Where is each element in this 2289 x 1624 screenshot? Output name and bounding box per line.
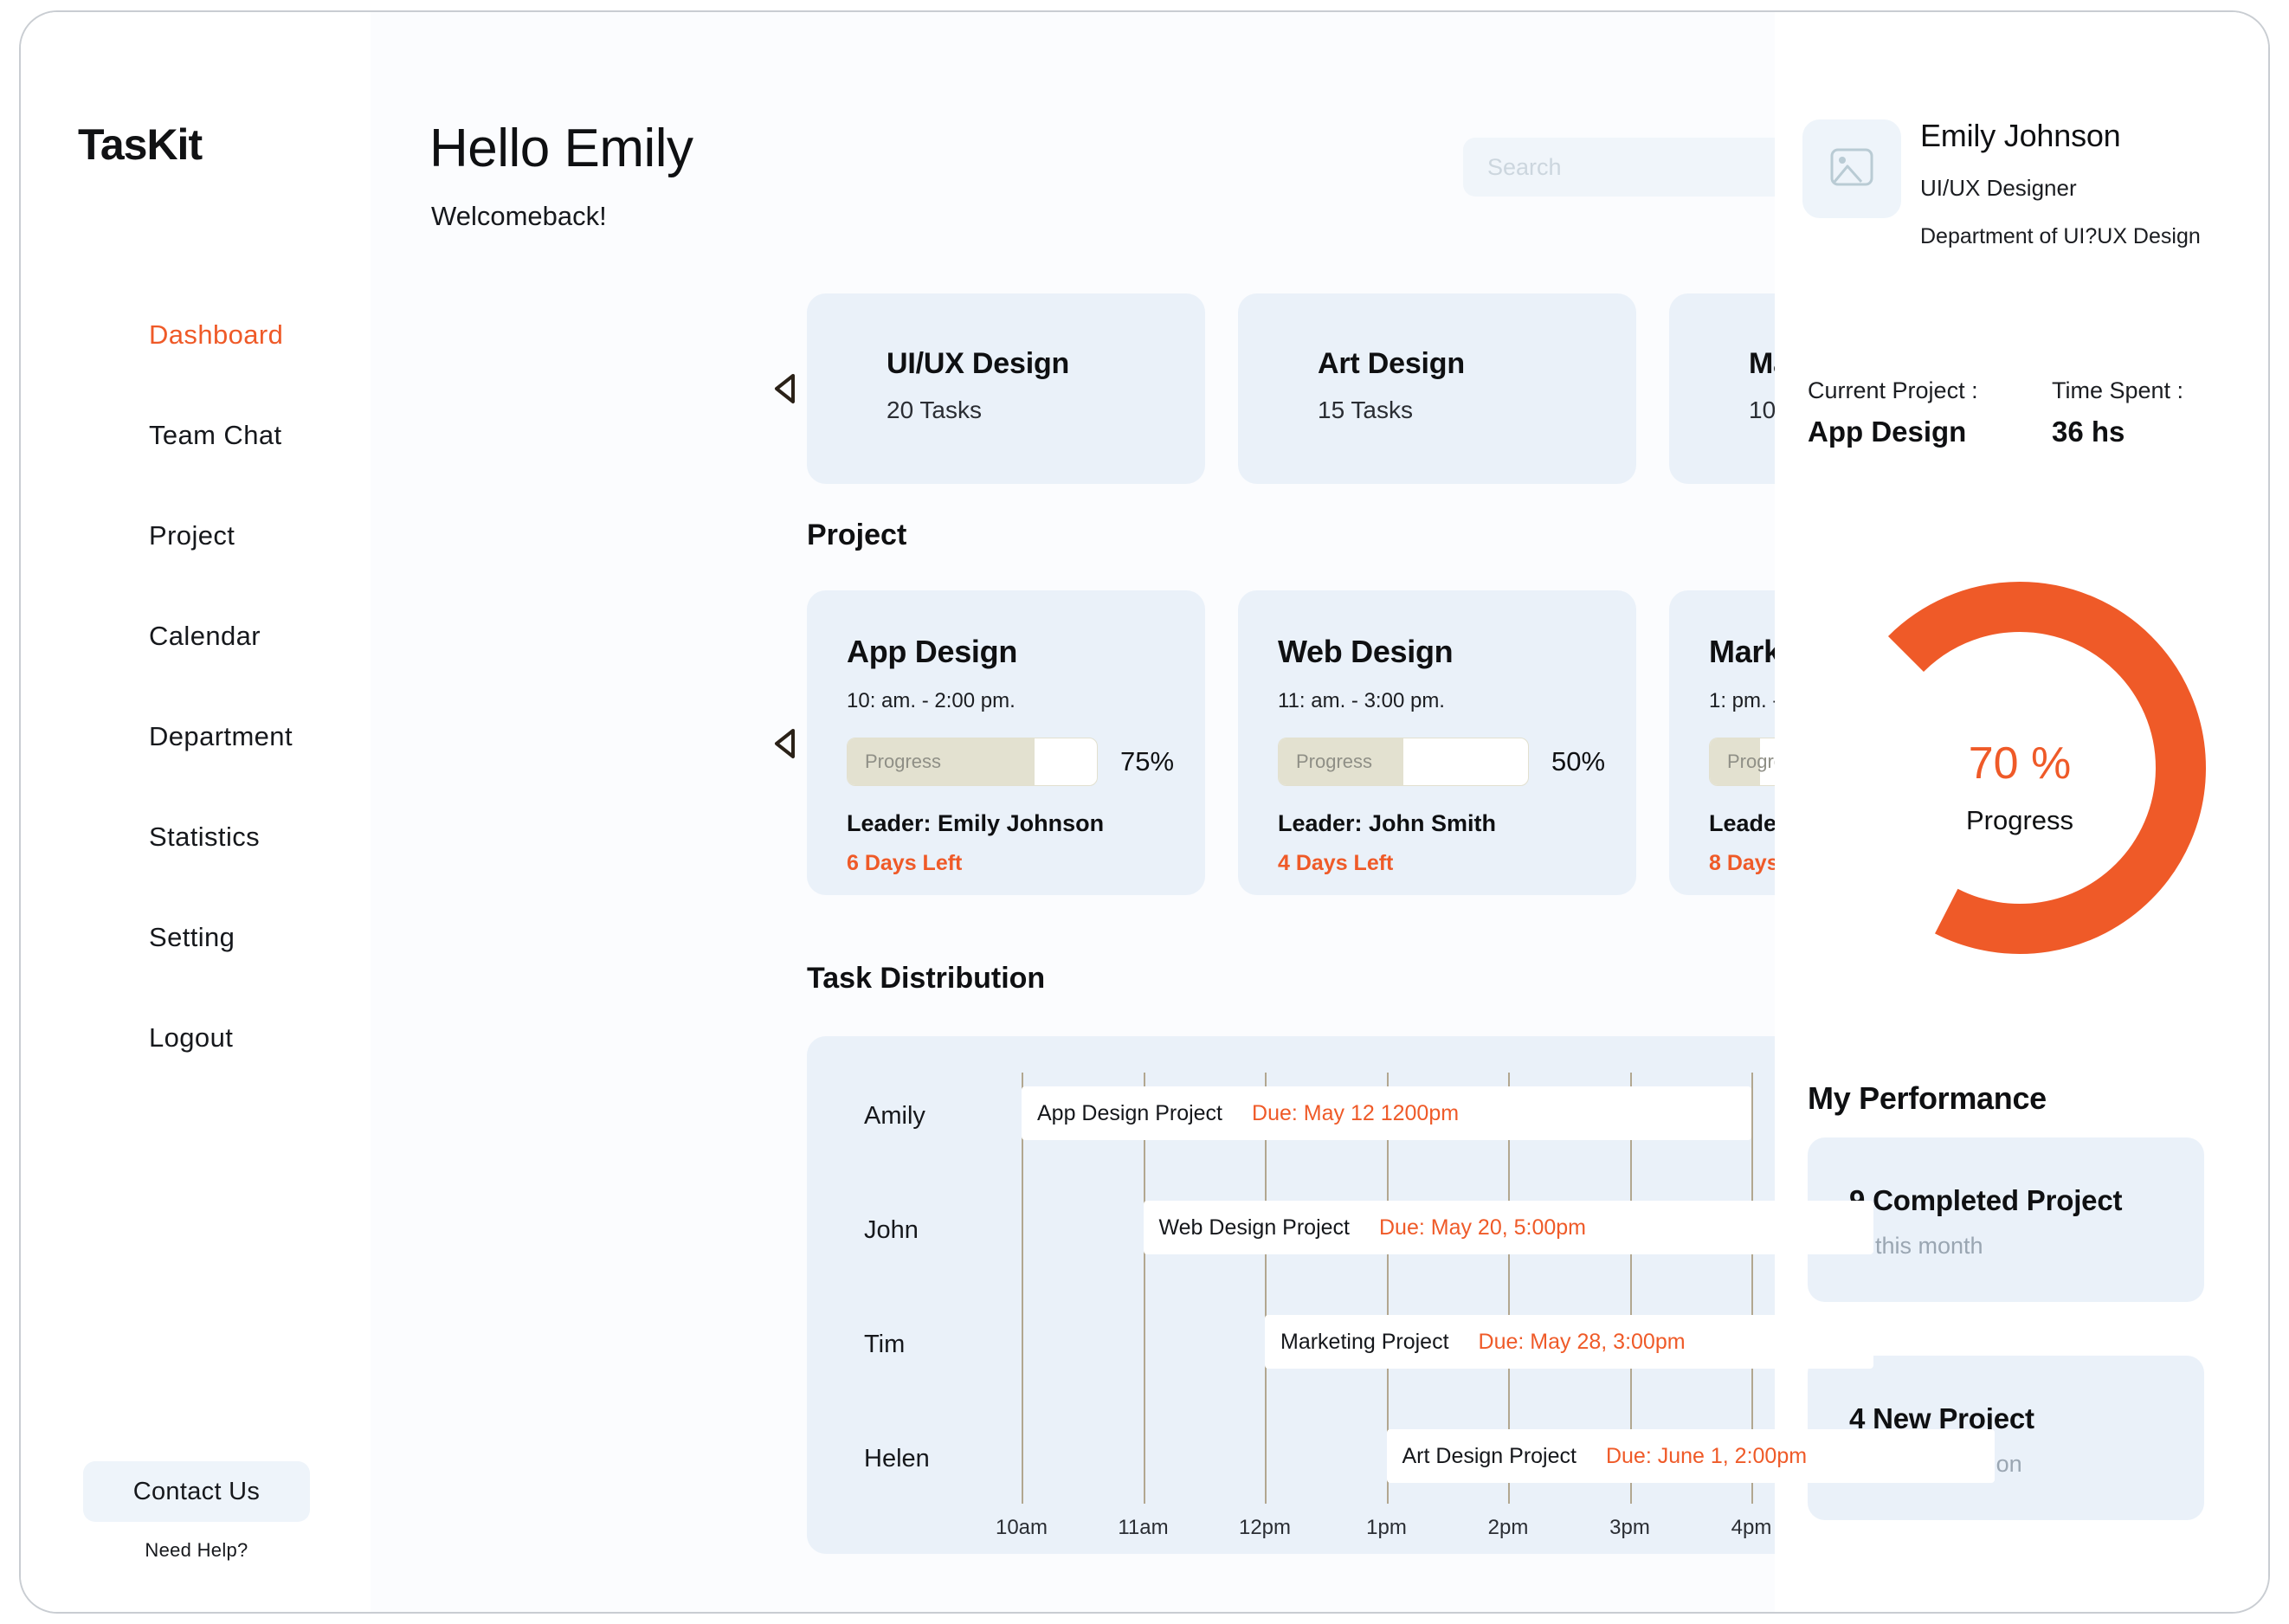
x-axis-tick-label: 1pm <box>1366 1516 1407 1539</box>
stat-carousel-prev[interactable] <box>771 371 800 406</box>
x-axis-tick-label: 4pm <box>1731 1516 1772 1539</box>
progress-percent: 50% <box>1551 746 1606 777</box>
project-days-left: 6 Days Left <box>847 851 963 875</box>
project-days-left: 4 Days Left <box>1278 851 1394 875</box>
current-project-label: Current Project : <box>1808 377 1978 403</box>
chart-task-name: Art Design Project <box>1402 1443 1577 1468</box>
x-axis-tick-label: 3pm <box>1609 1516 1650 1539</box>
current-project-value: App Design <box>1808 416 1967 448</box>
progress-bar[interactable]: Progress <box>847 738 1098 786</box>
x-axis-tick-label: 2pm <box>1487 1516 1529 1539</box>
image-placeholder-icon <box>1827 142 1877 197</box>
sidebar-item-label: Dashboard <box>149 319 284 350</box>
chart-task-bar[interactable]: Marketing Project Due: May 28, 3:00pm <box>1265 1315 1873 1369</box>
page-subtitle: Welcomeback! <box>431 201 607 231</box>
chart-task-bar[interactable]: Art Design Project Due: June 1, 2:00pm <box>1386 1429 1995 1483</box>
chart-row-label: Tim <box>864 1331 906 1358</box>
sidebar-item-label: Statistics <box>149 822 261 852</box>
progress-bar[interactable]: Progress <box>1278 738 1529 786</box>
profile-name: Emily Johnson <box>1920 118 2121 153</box>
chart-task-name: Marketing Project <box>1280 1329 1449 1354</box>
chart-task-name: Web Design Project <box>1158 1215 1350 1240</box>
chart-row-label: Helen <box>864 1445 930 1473</box>
stat-card-count: 20 Tasks <box>887 396 982 423</box>
sidebar-nav: Dashboard Team Chat Project Calendar Departm… <box>21 285 371 1088</box>
sidebar-item-label: Logout <box>149 1022 234 1053</box>
progress-bar-label: Progress <box>1296 751 1373 772</box>
sidebar-footer: Contact Us Need Help? <box>83 1461 310 1562</box>
project-progress-row: Progress 75% <box>847 738 1205 786</box>
chart-task-due: Due: May 20, 5:00pm <box>1378 1215 1586 1240</box>
sidebar-item-calendar[interactable]: Calendar <box>21 586 371 686</box>
chart-row-label: John <box>864 1216 919 1244</box>
sidebar-item-statistics[interactable]: Statistics <box>21 787 371 887</box>
time-spent-value: 36 hs <box>2052 416 2125 448</box>
stat-card-count: 15 Tasks <box>1318 396 1413 423</box>
stat-card[interactable]: UI/UX Design 20 Tasks <box>807 293 1205 484</box>
progress-percent: 75% <box>1120 746 1175 777</box>
project-card-time: 10: am. - 2:00 pm. <box>847 689 1016 712</box>
project-progress-row: Progress 50% <box>1278 738 1636 786</box>
sidebar-item-logout[interactable]: Logout <box>21 988 371 1088</box>
project-leader: Leader: John Smith <box>1278 810 1497 836</box>
project-card-title: App Design <box>847 634 1018 669</box>
contact-us-button[interactable]: Contact Us <box>83 1461 310 1522</box>
project-card[interactable]: Web Design 11: am. - 3:00 pm. Progress 50% L… <box>1238 590 1636 895</box>
sidebar-item-team-chat[interactable]: Team Chat <box>21 385 371 486</box>
time-spent-label: Time Spent : <box>2052 377 2184 403</box>
sidebar-item-label: Setting <box>149 922 235 952</box>
sidebar-item-label: Team Chat <box>149 420 282 450</box>
sidebar-item-setting[interactable]: Setting <box>21 887 371 988</box>
task-distribution-heading: Task Distribution <box>807 962 1046 995</box>
chart-row-label: Amily <box>864 1102 925 1130</box>
stat-card-title: Art Design <box>1318 347 1465 380</box>
stat-card-title: UI/UX Design <box>887 347 1070 380</box>
sidebar-item-label: Project <box>149 520 235 551</box>
stat-card[interactable]: Art Design 15 Tasks <box>1238 293 1636 484</box>
x-axis-tick-label: 11am <box>1118 1516 1169 1539</box>
project-section-heading: Project <box>807 519 907 551</box>
chart-task-due: Due: May 28, 3:00pm <box>1478 1329 1686 1354</box>
sidebar-item-label: Department <box>149 721 293 751</box>
performance-card-sub: at this month <box>1849 1233 1983 1259</box>
main-content: Hello Emily Welcomeback! UI/UX Design 20 … <box>371 12 2084 1612</box>
performance-card-title: 9 Completed Project <box>1849 1184 2123 1216</box>
avatar[interactable] <box>1802 119 1901 218</box>
profile-role: UI/UX Designer <box>1920 175 2077 201</box>
sidebar: TasKit Dashboard Team Chat Project Calendar… <box>21 12 371 1612</box>
progress-ring-chart: 70 % Progress <box>1825 573 2215 963</box>
app-window: TasKit Dashboard Team Chat Project Calendar… <box>19 10 2270 1614</box>
profile-department: Department of UI?UX Design <box>1920 224 2201 248</box>
x-axis-tick-label: 12pm <box>1238 1516 1292 1539</box>
progress-ring-caption: Progress <box>1965 805 2074 835</box>
project-card[interactable]: App Design 10: am. - 2:00 pm. Progress 75% L… <box>807 590 1205 895</box>
performance-heading: My Performance <box>1808 1080 2047 1116</box>
sidebar-item-label: Calendar <box>149 621 261 651</box>
right-panel: Emily Johnson UI/UX Designer Department … <box>1775 12 2268 1612</box>
need-help-label[interactable]: Need Help? <box>83 1539 310 1562</box>
sidebar-item-project[interactable]: Project <box>21 486 371 586</box>
project-carousel-prev[interactable] <box>771 726 800 761</box>
chart-task-due: Due: May 12 1200pm <box>1252 1100 1460 1125</box>
project-card-title: Web Design <box>1278 634 1454 669</box>
sidebar-item-department[interactable]: Department <box>21 686 371 787</box>
app-logo: TasKit <box>78 120 203 169</box>
chart-task-name: App Design Project <box>1037 1100 1223 1125</box>
chart-task-bar[interactable]: App Design Project Due: May 12 1200pm <box>1022 1086 1751 1140</box>
progress-bar-label: Progress <box>865 751 942 772</box>
project-card-time: 11: am. - 3:00 pm. <box>1278 689 1445 712</box>
page-title: Hello Emily <box>429 119 693 178</box>
sidebar-item-dashboard[interactable]: Dashboard <box>21 285 371 385</box>
chart-task-due: Due: June 1, 2:00pm <box>1605 1443 1808 1468</box>
chart-task-bar[interactable]: Web Design Project Due: May 20, 5:00pm <box>1143 1201 1873 1254</box>
project-leader: Leader: Emily Johnson <box>847 810 1105 836</box>
x-axis-tick-label: 10am <box>995 1516 1048 1539</box>
progress-ring-percent: 70 % <box>1968 738 2072 789</box>
